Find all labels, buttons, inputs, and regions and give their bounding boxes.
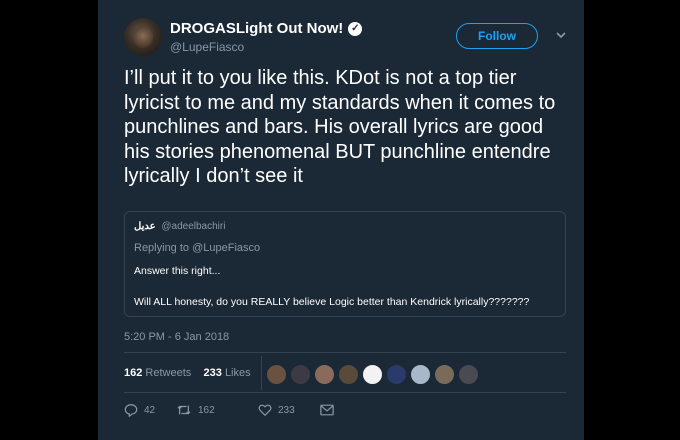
retweets-count: 162 <box>124 367 143 379</box>
liker-avatar[interactable] <box>290 364 311 385</box>
liker-avatar[interactable] <box>434 364 455 385</box>
liker-avatars <box>266 364 482 385</box>
tweet-timestamp[interactable]: 5:20 PM - 6 Jan 2018 <box>124 331 229 343</box>
reply-count: 42 <box>144 404 156 416</box>
liker-avatar[interactable] <box>386 364 407 385</box>
tweet-card: DROGASLight Out Now! ✓ @LupeFiasco Follo… <box>98 0 584 440</box>
retweet-count: 162 <box>198 404 215 416</box>
like-stat[interactable]: 233 Likes <box>204 367 251 379</box>
display-name[interactable]: DROGASLight Out Now! <box>170 20 343 37</box>
envelope-icon <box>320 404 334 416</box>
liker-avatar[interactable] <box>458 364 479 385</box>
retweet-action[interactable]: 162 <box>176 403 258 417</box>
stats-separator <box>261 356 262 390</box>
likes-label: Likes <box>224 367 251 379</box>
retweet-icon <box>177 405 191 415</box>
action-bar: 42 162 233 <box>124 403 334 417</box>
quoted-author-name: عديل <box>134 221 156 232</box>
message-action[interactable] <box>320 404 334 416</box>
quoted-text-line2: Will ALL honesty, do you REALLY believe … <box>134 296 530 308</box>
retweet-stat[interactable]: 162 Retweets <box>124 367 191 379</box>
liker-avatar[interactable] <box>410 364 431 385</box>
quoted-author-handle: @adeelbachiri <box>161 221 226 232</box>
quoted-text-line1: Answer this right... <box>134 265 221 277</box>
verified-badge-icon: ✓ <box>348 21 363 36</box>
engagement-stats: 162 Retweets 233 Likes <box>124 367 251 379</box>
like-count: 233 <box>278 404 295 416</box>
divider <box>124 392 566 393</box>
quoted-author: عديل @adeelbachiri <box>134 221 225 232</box>
user-handle[interactable]: @LupeFiasco <box>170 40 244 54</box>
follow-button[interactable]: Follow <box>456 23 538 49</box>
liker-avatar[interactable] <box>338 364 359 385</box>
likes-count: 233 <box>203 367 222 379</box>
divider <box>124 352 566 353</box>
display-name-row[interactable]: DROGASLight Out Now! ✓ <box>170 20 363 37</box>
avatar-face <box>133 26 153 48</box>
reply-icon <box>124 404 138 417</box>
quoted-tweet[interactable]: عديل @adeelbachiri Replying to @LupeFias… <box>124 211 566 317</box>
avatar[interactable] <box>124 18 162 56</box>
quoted-replying-to: Replying to @LupeFiasco <box>134 242 261 254</box>
like-action[interactable]: 233 <box>258 403 320 417</box>
reply-action[interactable]: 42 <box>124 403 176 417</box>
liker-avatar[interactable] <box>266 364 287 385</box>
heart-icon <box>258 404 272 417</box>
tweet-text: I’ll put it to you like this. KDot is no… <box>124 67 556 187</box>
liker-avatar[interactable] <box>362 364 383 385</box>
liker-avatar[interactable] <box>314 364 335 385</box>
chevron-down-icon[interactable] <box>554 28 568 42</box>
retweets-label: Retweets <box>145 367 192 379</box>
